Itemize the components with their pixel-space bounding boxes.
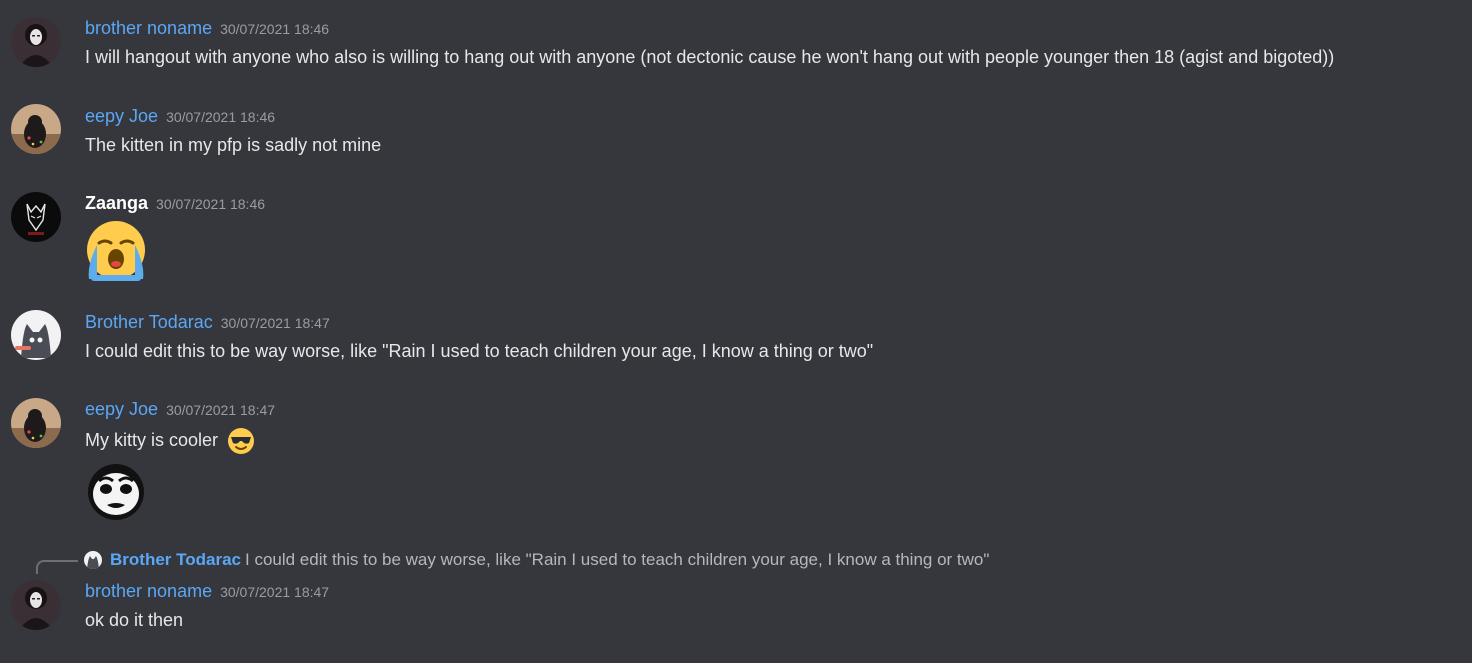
- message-text: I will hangout with anyone who also is w…: [85, 47, 1335, 67]
- message-text: My kitty is cooler: [85, 427, 255, 455]
- reply-avatar: [84, 551, 102, 569]
- author-name[interactable]: eepy Joe: [85, 106, 158, 126]
- avatar[interactable]: [11, 398, 61, 448]
- message-text-label: My kitty is cooler: [85, 429, 219, 450]
- reply-author-name[interactable]: Brother Todarac: [110, 550, 241, 569]
- avatar[interactable]: [11, 192, 61, 242]
- reply-preview[interactable]: Brother Todarac I could edit this to be w…: [84, 548, 989, 572]
- reply-text[interactable]: I could edit this to be way worse, like …: [245, 550, 989, 569]
- chat-messages: brother noname 30/07/2021 18:46 I will ha…: [0, 0, 1472, 663]
- timestamp: 30/07/2021 18:46: [166, 109, 276, 125]
- message-text: The kitten in my pfp is sadly not mine: [85, 135, 382, 155]
- author-name[interactable]: Zaanga: [85, 193, 148, 213]
- author-name[interactable]: Brother Todarac: [85, 312, 213, 332]
- timestamp: 30/07/2021 18:47: [220, 315, 330, 331]
- loudly-crying-face-icon: [85, 219, 147, 281]
- message-text: ok do it then: [85, 610, 184, 630]
- timestamp: 30/07/2021 18:46: [156, 196, 266, 212]
- timestamp: 30/07/2021 18:46: [220, 21, 330, 37]
- me-gusta-face-icon: [87, 463, 145, 521]
- avatar[interactable]: [11, 310, 61, 360]
- timestamp: 30/07/2021 18:47: [166, 402, 276, 418]
- avatar[interactable]: [11, 17, 61, 67]
- avatar[interactable]: [11, 104, 61, 154]
- reply-spine: [36, 560, 78, 574]
- smiling-face-with-sunglasses-icon: [227, 427, 255, 455]
- author-name[interactable]: brother noname: [85, 581, 212, 601]
- author-name[interactable]: eepy Joe: [85, 399, 158, 419]
- message-text: I could edit this to be way worse, like …: [85, 341, 874, 361]
- author-name[interactable]: brother noname: [85, 18, 212, 38]
- timestamp: 30/07/2021 18:47: [220, 584, 330, 600]
- avatar[interactable]: [11, 580, 61, 630]
